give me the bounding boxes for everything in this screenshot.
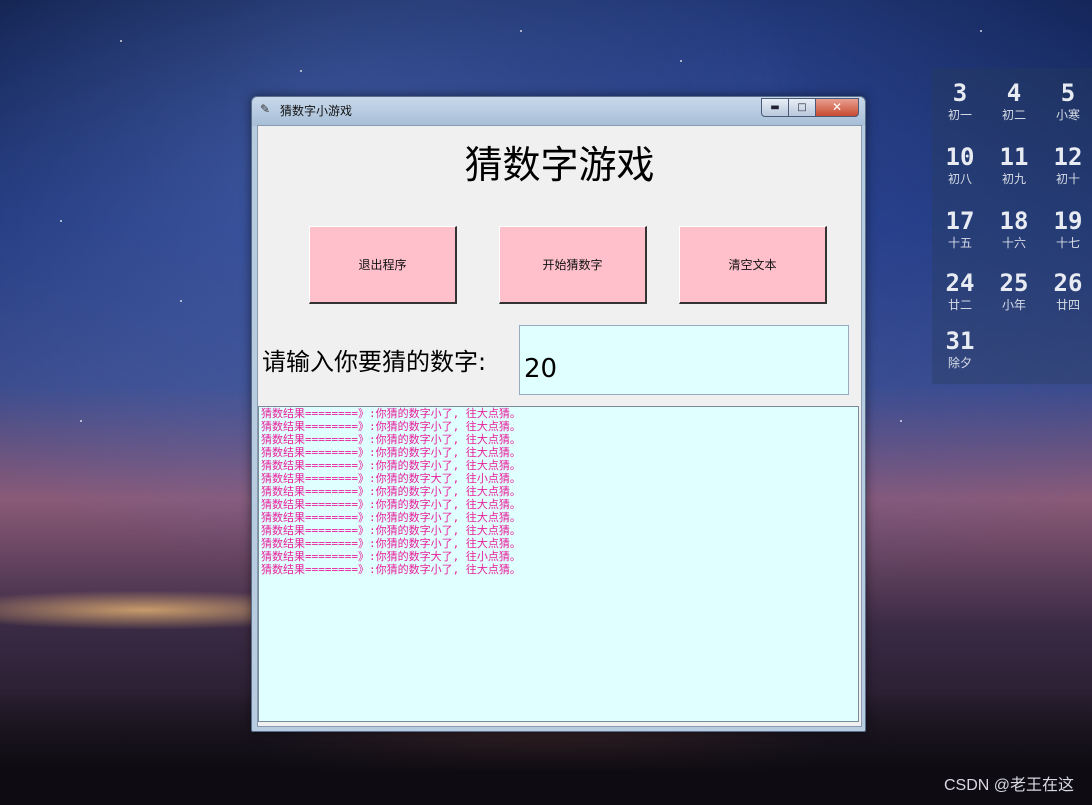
feather-icon: ✎ xyxy=(260,102,271,116)
clear-text-button[interactable]: 清空文本 xyxy=(679,226,827,304)
page-title: 猜数字游戏 xyxy=(464,143,655,187)
log-line: 猜数结果========》:你猜的数字小了, 往大点猜。 xyxy=(261,446,521,459)
log-line: 猜数结果========》:你猜的数字小了, 往大点猜。 xyxy=(261,420,521,433)
calendar-cell: 10 初八 xyxy=(945,143,975,186)
minimize-button[interactable]: ▬ xyxy=(761,98,789,117)
guess-input[interactable] xyxy=(519,325,849,395)
log-line: 猜数结果========》:你猜的数字小了, 往大点猜。 xyxy=(261,563,521,576)
calendar-cell: 31 除夕 xyxy=(945,327,975,370)
close-button[interactable]: ✕ xyxy=(815,98,859,117)
calendar-cell: 5 小寒 xyxy=(1055,79,1080,122)
calendar-cell: 11 初九 xyxy=(999,143,1029,186)
log-line: 猜数结果========》:你猜的数字小了, 往大点猜。 xyxy=(261,407,521,420)
watermark: CSDN @老王在这 xyxy=(943,777,1074,794)
calendar-cell: 19 十七 xyxy=(1053,207,1083,250)
log-line: 猜数结果========》:你猜的数字小了, 往大点猜。 xyxy=(261,485,521,498)
log-line: 猜数结果========》:你猜的数字小了, 往大点猜。 xyxy=(261,524,521,537)
desktop-calendar-widget: 3 初一 4 初二 5 小寒 10 初八 11 初九 12 初十 17 十五 18 十六 19 十… xyxy=(932,68,1092,384)
guess-prompt-label: 请输入你要猜的数字: xyxy=(262,348,487,376)
result-text-area[interactable]: 猜数结果========》:你猜的数字小了, 往大点猜。 猜数结果========… xyxy=(258,406,859,722)
calendar-cell: 18 十六 xyxy=(999,207,1029,250)
log-line: 猜数结果========》:你猜的数字小了, 往大点猜。 xyxy=(261,498,521,511)
log-line: 猜数结果========》:你猜的数字小了, 往大点猜。 xyxy=(261,537,521,550)
log-line: 猜数结果========》:你猜的数字小了, 往大点猜。 xyxy=(261,433,521,446)
app-window: ✎ 猜数字小游戏 ▬ □ ✕ 猜数字游戏 退出程序 开始猜数字 清空文本 请输入… xyxy=(251,96,866,732)
maximize-button[interactable]: □ xyxy=(788,98,816,117)
exit-button[interactable]: 退出程序 xyxy=(309,226,457,304)
calendar-cell: 17 十五 xyxy=(945,207,975,250)
calendar-cell: 12 初十 xyxy=(1053,143,1083,186)
calendar-cell: 25 小年 xyxy=(999,269,1029,312)
start-guess-button[interactable]: 开始猜数字 xyxy=(499,226,647,304)
window-client-area: 猜数字游戏 退出程序 开始猜数字 清空文本 请输入你要猜的数字: 猜数结果===… xyxy=(257,125,862,727)
title-bar[interactable]: ✎ 猜数字小游戏 ▬ □ ✕ xyxy=(252,97,865,123)
calendar-cell: 3 初一 xyxy=(947,79,972,122)
calendar-cell: 4 初二 xyxy=(1001,79,1026,122)
log-line: 猜数结果========》:你猜的数字小了, 往大点猜。 xyxy=(261,511,521,524)
calendar-cell: 24 廿二 xyxy=(945,269,975,312)
calendar-cell: 26 廿四 xyxy=(1053,269,1083,312)
window-title: 猜数字小游戏 xyxy=(280,104,353,118)
log-line: 猜数结果========》:你猜的数字大了, 往小点猜。 xyxy=(261,550,521,563)
log-line: 猜数结果========》:你猜的数字小了, 往大点猜。 xyxy=(261,459,521,472)
log-line: 猜数结果========》:你猜的数字大了, 往小点猜。 xyxy=(261,472,521,485)
